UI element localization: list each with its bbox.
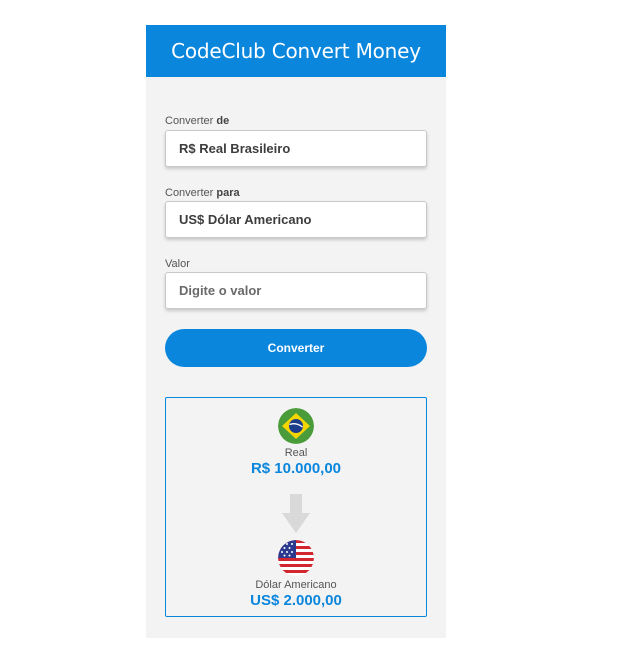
conversion-result: Real R$ 10.000,00 Dólar Americano US$ 2.… xyxy=(165,397,427,617)
value-label: Valor xyxy=(165,258,190,270)
to-currency-selected: US$ Dólar Americano xyxy=(179,212,312,227)
target-currency-result: Dólar Americano US$ 2.000,00 xyxy=(166,540,426,609)
app-title: CodeClub Convert Money xyxy=(171,39,421,63)
to-currency-label: Converter para xyxy=(165,187,240,199)
target-currency-value: US$ 2.000,00 xyxy=(250,592,342,609)
source-currency-result: Real R$ 10.000,00 xyxy=(166,408,426,477)
brazil-flag-icon xyxy=(278,408,314,444)
to-currency-select[interactable]: US$ Dólar Americano xyxy=(165,201,427,238)
usa-flag-icon xyxy=(278,540,314,576)
from-currency-select[interactable]: R$ Real Brasileiro xyxy=(165,130,427,167)
value-input[interactable] xyxy=(179,283,409,298)
converter-app: CodeClub Convert Money Converter de R$ R… xyxy=(146,25,446,638)
source-currency-value: R$ 10.000,00 xyxy=(250,460,342,477)
app-header: CodeClub Convert Money xyxy=(146,25,446,77)
source-currency-name: Real xyxy=(284,447,308,459)
from-currency-label: Converter de xyxy=(165,115,230,127)
target-currency-name: Dólar Americano xyxy=(255,579,337,591)
value-field-wrapper xyxy=(165,272,427,309)
arrow-down-icon xyxy=(282,494,310,533)
convert-button[interactable]: Converter xyxy=(165,329,427,367)
from-currency-selected: R$ Real Brasileiro xyxy=(179,141,291,156)
